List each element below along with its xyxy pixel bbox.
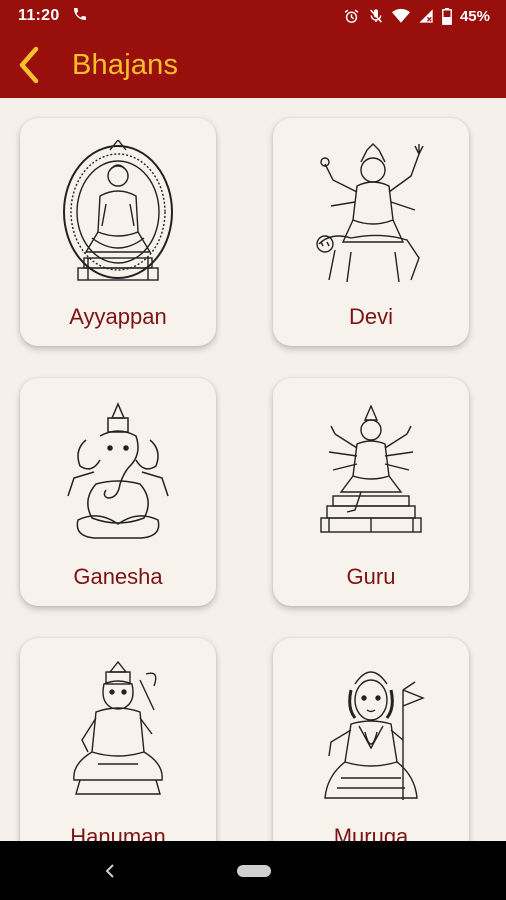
- card-label: Ganesha: [73, 564, 163, 589]
- hanuman-illustration: [73, 660, 163, 795]
- ayyappan-illustration: [63, 140, 173, 281]
- card-label: Guru: [346, 564, 396, 589]
- card-ayyappan[interactable]: Ayyappan: [20, 118, 216, 346]
- page-title: Bhajans: [72, 48, 179, 81]
- app-bar: Bhajans: [0, 32, 506, 98]
- card-guru[interactable]: Guru: [273, 378, 469, 606]
- guru-illustration: [320, 404, 422, 533]
- alarm-icon: [343, 8, 360, 25]
- phone-icon: [72, 6, 88, 27]
- battery-icon: [442, 7, 452, 25]
- card-devi[interactable]: Devi: [273, 118, 469, 346]
- wifi-icon: [391, 8, 410, 24]
- card-ganesha[interactable]: Ganesha: [20, 378, 216, 606]
- card-label: Ayyappan: [69, 304, 167, 329]
- ganesha-illustration: [67, 402, 169, 539]
- signal-icon: [418, 8, 434, 24]
- bhajans-grid: Ayyappan Devi Ganesha Guru Hanuman Murug…: [0, 98, 506, 841]
- navigation-bar: [0, 841, 506, 900]
- status-bar: 11:20 45%: [0, 0, 506, 32]
- chevron-left-icon: [19, 46, 39, 84]
- status-right: 45%: [343, 7, 490, 25]
- card-hanuman[interactable]: Hanuman: [20, 638, 216, 841]
- devi-illustration: [316, 143, 424, 283]
- card-label: Devi: [348, 304, 393, 329]
- nav-home-pill[interactable]: [237, 865, 271, 877]
- status-time: 11:20: [18, 7, 60, 24]
- nav-back-icon[interactable]: [100, 861, 120, 881]
- card-label: Hanuman: [70, 824, 166, 841]
- card-label: Muruga: [333, 824, 409, 841]
- status-left: 11:20: [18, 6, 88, 27]
- muruga-illustration: [324, 671, 425, 800]
- battery-percent: 45%: [459, 7, 490, 25]
- back-button[interactable]: [0, 32, 56, 98]
- mute-icon: [368, 8, 384, 24]
- card-muruga[interactable]: Muruga: [273, 638, 469, 841]
